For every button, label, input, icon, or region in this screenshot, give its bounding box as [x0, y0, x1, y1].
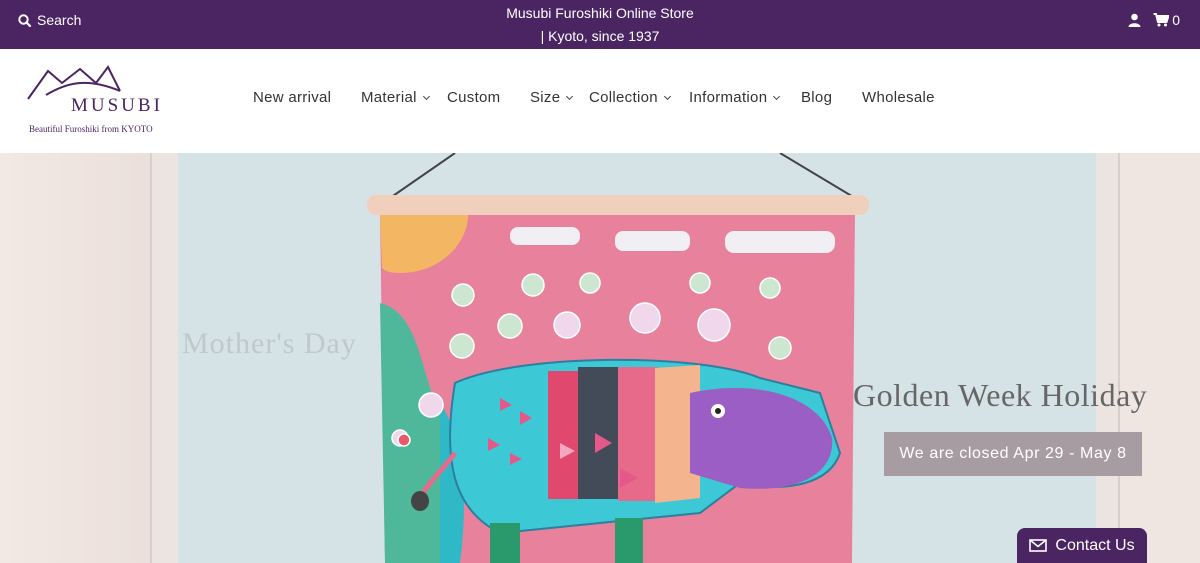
cart-icon	[1153, 13, 1170, 27]
nav-label: Collection	[589, 89, 658, 106]
store-announcement: Musubi Furoshiki Online Store | Kyoto, s…	[0, 2, 1200, 48]
site-header: MUSUBI Beautiful Furoshiki from KYOTO Ne…	[0, 49, 1200, 153]
envelope-icon	[1029, 539, 1048, 552]
nav-item-information[interactable]: Information	[689, 89, 781, 106]
contact-us-label: Contact Us	[1055, 536, 1135, 554]
chevron-down-icon	[663, 92, 671, 100]
nav-label: New arrival	[253, 89, 332, 106]
cart-button[interactable]: 0	[1153, 12, 1180, 28]
account-icon[interactable]	[1128, 13, 1141, 27]
store-name: Musubi Furoshiki Online Store	[506, 5, 694, 21]
nav-label: Blog	[801, 89, 833, 106]
contact-us-button[interactable]: Contact Us	[1017, 528, 1147, 563]
nav-item-blog[interactable]: Blog	[801, 89, 832, 106]
nav-item-wholesale[interactable]: Wholesale	[862, 89, 935, 106]
cart-count: 0	[1172, 12, 1180, 28]
chevron-down-icon	[566, 92, 574, 100]
chevron-down-icon	[422, 92, 430, 100]
nav-label: Size	[530, 89, 561, 106]
nav-item-collection[interactable]: Collection	[589, 89, 671, 106]
hanging-furoshiki-illustration	[367, 153, 869, 563]
main-nav: New arrival Material Custom Size Collect…	[0, 89, 1200, 111]
nav-label: Material	[361, 89, 417, 106]
hero-title: Golden Week Holiday	[853, 377, 1148, 413]
logo-tagline: Beautiful Furoshiki from KYOTO	[29, 124, 153, 134]
nav-label: Custom	[447, 89, 501, 106]
chevron-down-icon	[773, 92, 781, 100]
store-since: | Kyoto, since 1937	[540, 28, 660, 44]
nav-item-size[interactable]: Size	[530, 89, 574, 106]
nav-label: Information	[689, 89, 768, 106]
nav-label: Wholesale	[862, 89, 935, 106]
top-bar: Search Musubi Furoshiki Online Store | K…	[0, 0, 1200, 49]
hero-faded-title: Mother's Day	[182, 327, 357, 360]
nav-item-custom[interactable]: Custom	[447, 89, 500, 106]
nav-item-new-arrival[interactable]: New arrival	[253, 89, 331, 106]
hero-closed-button[interactable]: We are closed Apr 29 - May 8	[884, 432, 1142, 476]
hero-banner[interactable]: Mother's Day Golden Week Holiday We are …	[0, 153, 1200, 563]
nav-item-material[interactable]: Material	[361, 89, 430, 106]
